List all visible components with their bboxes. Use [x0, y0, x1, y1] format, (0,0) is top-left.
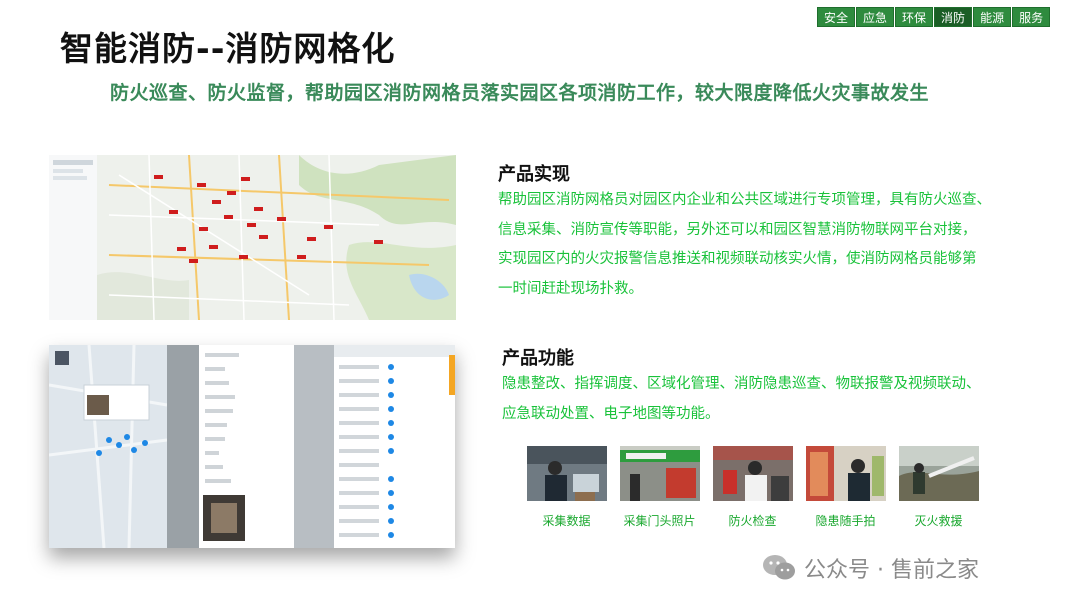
storefront-photo-icon: [619, 446, 700, 501]
photo-caption: 采集数据: [542, 514, 591, 528]
map-image: [49, 155, 456, 320]
photo-caption: 采集门头照片: [623, 514, 696, 528]
photo-card: 防火检查: [710, 446, 795, 529]
fire-inspection-photo-icon: [712, 446, 793, 501]
implementation-heading: 产品实现: [498, 164, 570, 185]
hazard-snapshot-photo-icon: [805, 446, 886, 501]
app-screens-image: [49, 345, 455, 548]
photo-caption: 灭火救援: [914, 514, 963, 528]
photo-caption: 防火检查: [728, 514, 777, 528]
implementation-line: 信息采集、消防宣传等职能，另外还可以和园区智慧消防物联网平台对接，: [498, 221, 977, 238]
implementation-line: 一时间赶赴现场扑救。: [498, 280, 643, 297]
fire-rescue-photo-icon: [898, 446, 979, 501]
functions-text: 隐患整改、指挥调度、区域化管理、消防隐患巡查、物联报警及视频联动、 应急联动处置…: [502, 370, 981, 429]
grid-map-screenshot: [49, 155, 456, 320]
mobile-app-screenshots: [49, 345, 455, 548]
implementation-line: 帮助园区消防网格员对园区内企业和公共区域进行专项管理，具有防火巡查、: [498, 192, 991, 208]
tab-emergency[interactable]: 应急: [856, 7, 895, 27]
implementation-text: 帮助园区消防网格员对园区内企业和公共区域进行专项管理，具有防火巡查、 信息采集、…: [498, 186, 991, 304]
photo-strip: 采集数据 采集门头照片 防火检查 隐患随手拍 灭火救援: [524, 446, 981, 529]
tab-environment[interactable]: 环保: [895, 7, 934, 27]
tab-service[interactable]: 服务: [1012, 7, 1051, 27]
photo-caption: 隐患随手拍: [815, 514, 876, 528]
tab-energy[interactable]: 能源: [973, 7, 1012, 27]
functions-line: 应急联动处置、电子地图等功能。: [502, 405, 720, 422]
tab-safety[interactable]: 安全: [817, 7, 856, 27]
photo-card: 隐患随手拍: [803, 446, 888, 529]
tab-fire[interactable]: 消防: [934, 7, 973, 27]
page-subtitle: 防火巡查、防火监督，帮助园区消防网格员落实园区各项消防工作，较大限度降低火灾事故…: [110, 82, 930, 104]
functions-heading: 产品功能: [502, 348, 574, 369]
data-collection-photo-icon: [526, 446, 607, 501]
photo-card: 采集数据: [524, 446, 609, 529]
category-tabs: 安全 应急 环保 消防 能源 服务: [817, 7, 1051, 27]
wechat-icon: [763, 555, 795, 580]
implementation-line: 实现园区内的火灾报警信息推送和视频联动核实火情，使消防网格员能够第: [498, 251, 977, 267]
wechat-watermark: 公众号 · 售前之家: [762, 552, 979, 584]
photo-card: 采集门头照片: [617, 446, 702, 529]
photo-card: 灭火救援: [896, 446, 981, 529]
page-title: 智能消防--消防网格化: [60, 29, 396, 68]
functions-line: 隐患整改、指挥调度、区域化管理、消防隐患巡查、物联报警及视频联动、: [502, 376, 981, 392]
watermark-text: 公众号 · 售前之家: [804, 558, 979, 583]
